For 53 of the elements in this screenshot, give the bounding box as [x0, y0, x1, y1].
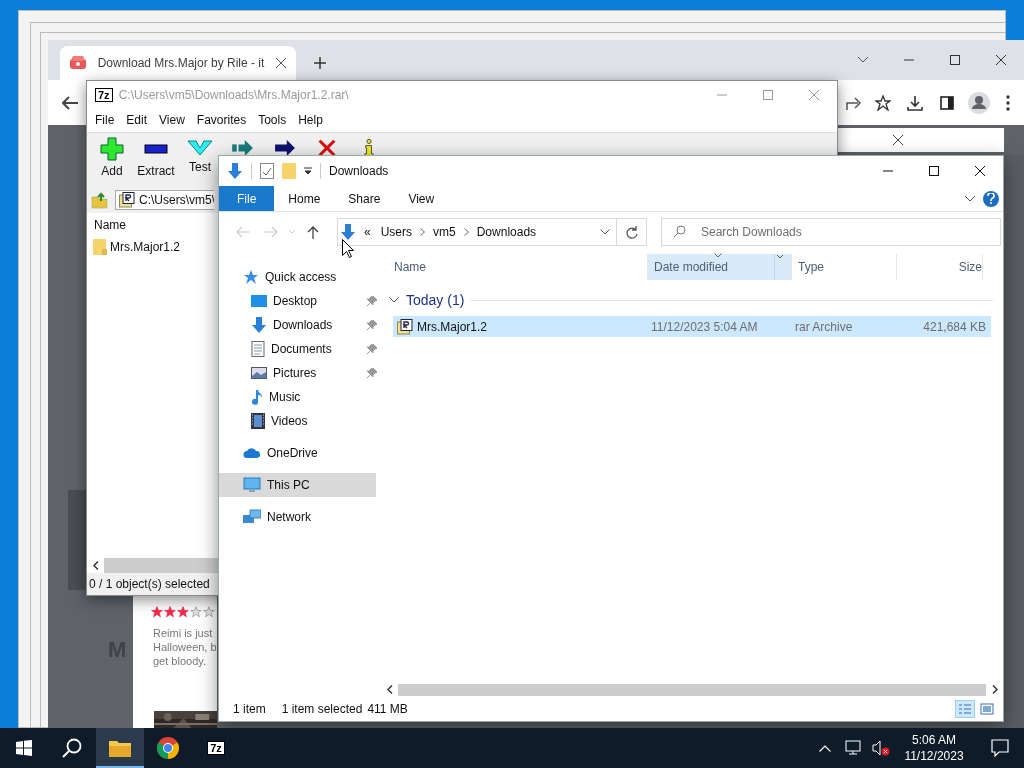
address-bar[interactable]: « Users vm5 Downloads [337, 218, 617, 246]
file-row[interactable]: Mrs.Major1.2 11/12/2023 5:04 AM rar Archive 421,684 KB [393, 316, 991, 337]
table-cell-text: rar Archive [795, 319, 854, 334]
menu-item[interactable]: Help [292, 109, 329, 131]
ribbon-tab[interactable]: Share [334, 186, 395, 211]
browser-tab[interactable]: Download Mrs.Major by Rile - it [60, 46, 296, 80]
ribbon-tab[interactable]: File [219, 186, 275, 211]
breadcrumb-item[interactable]: Downloads [474, 225, 539, 239]
menu-item[interactable]: File [89, 109, 121, 131]
add-button[interactable]: Add [93, 137, 131, 178]
menu-item[interactable]: Edit [120, 109, 154, 131]
file-name[interactable]: Mrs.Major1.2 [110, 240, 180, 254]
table-cell-text: 11/12/2023 5:04 AM [651, 319, 759, 334]
item-count: 1 item [233, 702, 266, 716]
tab-title: Download Mrs.Major by Rile - it [96, 56, 266, 70]
nav-item[interactable]: This PC [219, 473, 376, 497]
selection-size: 411 MB [367, 702, 408, 716]
nav-item[interactable]: Pictures [219, 361, 381, 385]
column-header[interactable]: Size [897, 254, 983, 280]
nav-item[interactable]: Network [219, 505, 381, 529]
ribbon-tab[interactable]: View [394, 186, 449, 211]
breadcrumb-item[interactable]: vm5 [431, 225, 458, 239]
app-logo: 7z [95, 87, 113, 102]
menu-item[interactable]: Tools [252, 109, 293, 131]
ribbon-tab[interactable]: Home [274, 186, 335, 211]
window-title: C:\Users\vm5\Downloads\Mrs.Major1.2.rar\ [118, 87, 349, 102]
selection-status: 1 item selected [281, 702, 363, 716]
clock[interactable]: 5:06 AM 11/12/2023 [898, 728, 970, 768]
nav-item[interactable]: Quick access [219, 265, 381, 289]
menu-item[interactable]: View [153, 109, 191, 131]
breadcrumb-overflow[interactable]: « [362, 225, 373, 239]
game-description: Reimi is just Halloween, b get bloody. [153, 626, 217, 668]
menu-item[interactable]: Favorites [190, 109, 253, 131]
group-header[interactable]: Today (1) [406, 292, 465, 308]
table-cell-text: 421,684 KB [922, 319, 986, 334]
file-name: Mrs.Major1.2 [417, 319, 487, 334]
test-button[interactable]: Test [181, 137, 219, 174]
extract-button[interactable]: Extract [137, 137, 175, 178]
search-field[interactable]: Search Downloads [661, 218, 1001, 246]
nav-item[interactable]: Downloads [219, 313, 381, 337]
nav-item[interactable]: Desktop [219, 289, 381, 313]
column-header[interactable]: Date modified [648, 254, 792, 280]
nav-item[interactable]: Videos [219, 409, 381, 433]
status-text: 0 / 1 object(s) selected [89, 577, 210, 591]
column-header[interactable]: Type [792, 254, 897, 280]
taskbar-app[interactable]: 7z [192, 728, 240, 768]
nav-item[interactable]: Documents [219, 337, 381, 361]
app-logo: 7z [207, 741, 225, 755]
breadcrumb-item[interactable]: Users [378, 225, 415, 239]
nav-item[interactable]: OneDrive [219, 441, 381, 465]
nav-item[interactable]: Music [219, 385, 381, 409]
window-title: Downloads [329, 164, 389, 178]
column-header[interactable]: Name [87, 213, 211, 237]
